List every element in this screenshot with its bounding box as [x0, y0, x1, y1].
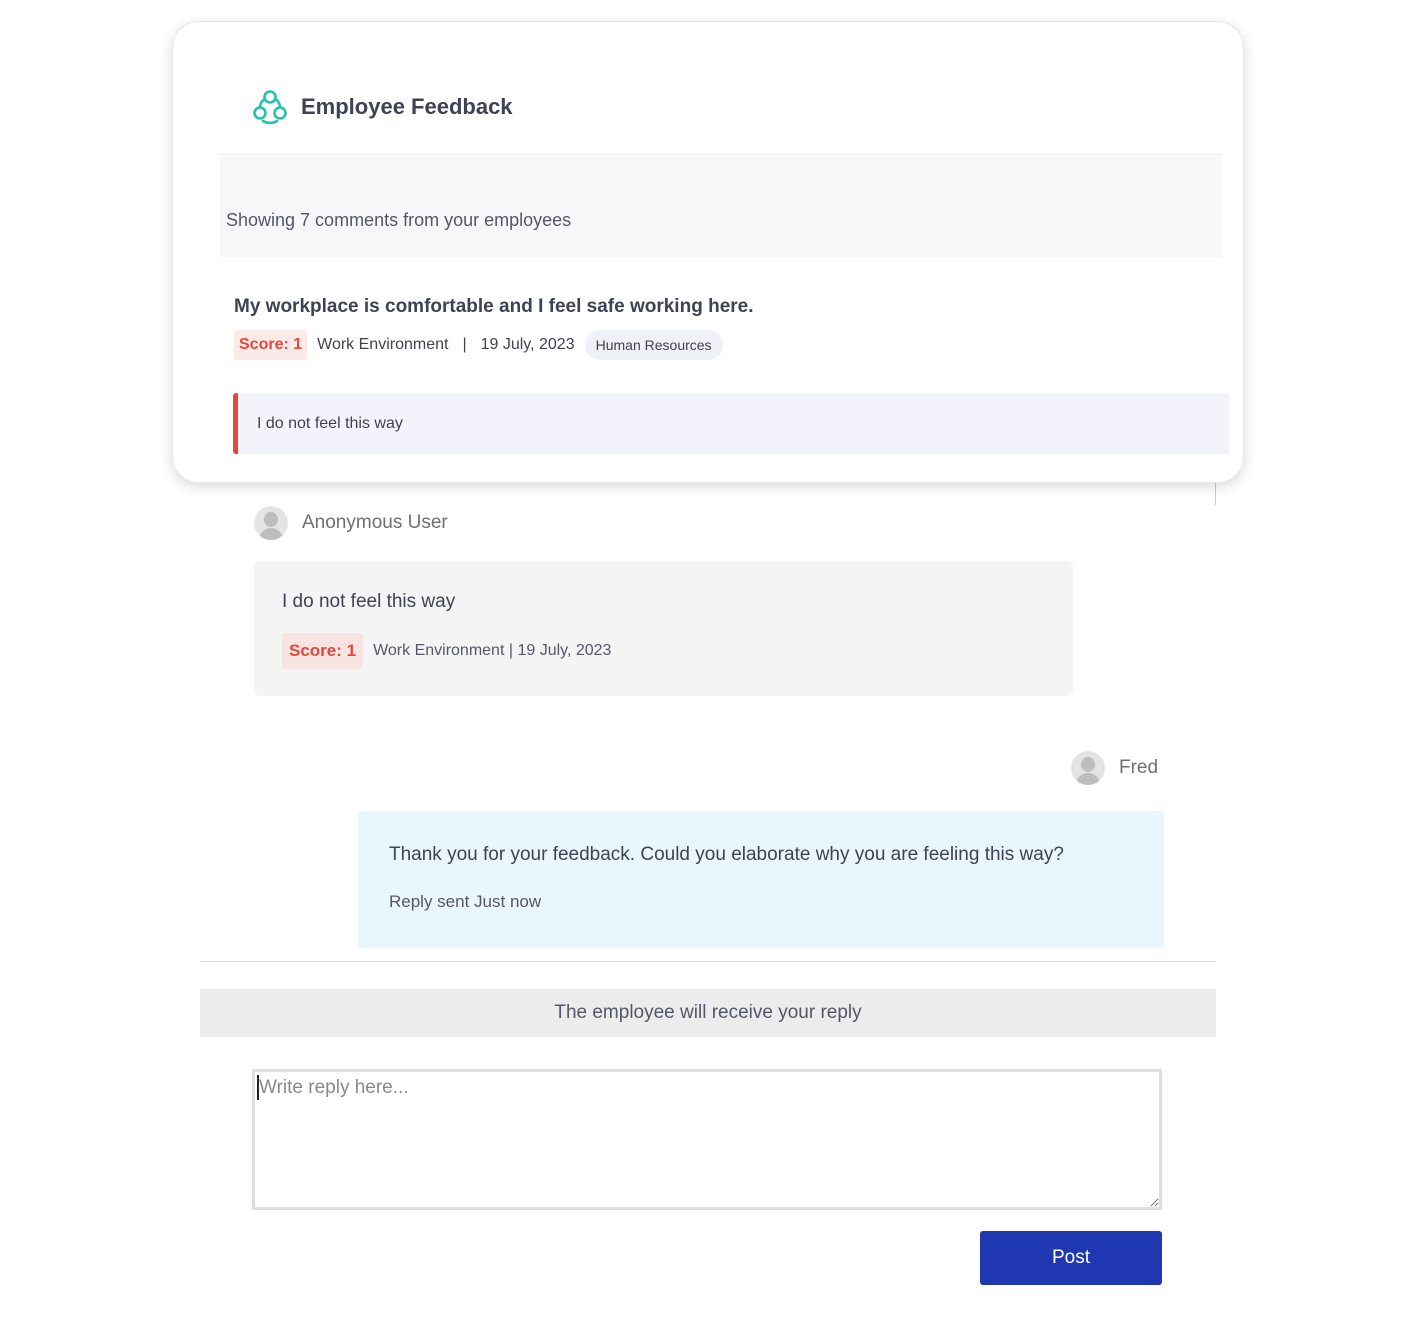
- comments-summary: Showing 7 comments from your employees: [220, 156, 1222, 257]
- employee-message-meta: Score: 1 Work Environment | 19 July, 202…: [282, 633, 1045, 669]
- reply-status: Reply sent Just now: [389, 892, 542, 911]
- reply-textarea[interactable]: [252, 1069, 1162, 1210]
- feedback-question-title: My workplace is comfortable and I feel s…: [234, 296, 754, 317]
- anonymous-avatar-icon: [254, 506, 288, 540]
- feedback-meta-row: Score: 1 Work Environment | 19 July, 202…: [234, 330, 723, 360]
- section-divider: [200, 961, 1216, 962]
- employee-name: Anonymous User: [302, 512, 448, 533]
- manager-avatar-icon: [1071, 751, 1105, 785]
- score-badge: Score: 1: [282, 633, 364, 669]
- department-tag: Human Resources: [584, 330, 723, 360]
- reply-notice-banner: The employee will receive your reply: [200, 989, 1216, 1037]
- text-cursor: [257, 1075, 259, 1100]
- manager-reply-bubble: Thank you for your feedback. Could you e…: [358, 811, 1164, 948]
- feedback-comment: I do not feel this way: [233, 393, 1229, 454]
- feedback-category: Work Environment: [317, 336, 449, 353]
- meta-separator: |: [462, 336, 467, 353]
- team-circles-icon: [253, 90, 287, 125]
- employee-message-text: I do not feel this way: [282, 591, 456, 612]
- comments-summary-text: Showing 7 comments from your employees: [226, 210, 572, 230]
- feedback-summary-card: Employee Feedback Showing 7 comments fro…: [172, 21, 1244, 483]
- feedback-date: 19 July, 2023: [480, 336, 575, 353]
- manager-reply-text: Thank you for your feedback. Could you e…: [389, 844, 1064, 865]
- post-button[interactable]: Post: [980, 1231, 1162, 1285]
- employee-message-bubble: I do not feel this way Score: 1 Work Env…: [254, 561, 1073, 696]
- employee-message-meta-text: Work Environment | 19 July, 2023: [373, 642, 612, 659]
- manager-name: Fred: [1119, 757, 1159, 778]
- employee-header: Anonymous User: [254, 506, 448, 540]
- app-title: Employee Feedback: [301, 94, 513, 119]
- feedback-comment-text: I do not feel this way: [257, 414, 403, 432]
- manager-header: Fred: [1071, 751, 1158, 785]
- score-badge: Score: 1: [234, 330, 308, 360]
- card-header: Employee Feedback: [220, 60, 1222, 155]
